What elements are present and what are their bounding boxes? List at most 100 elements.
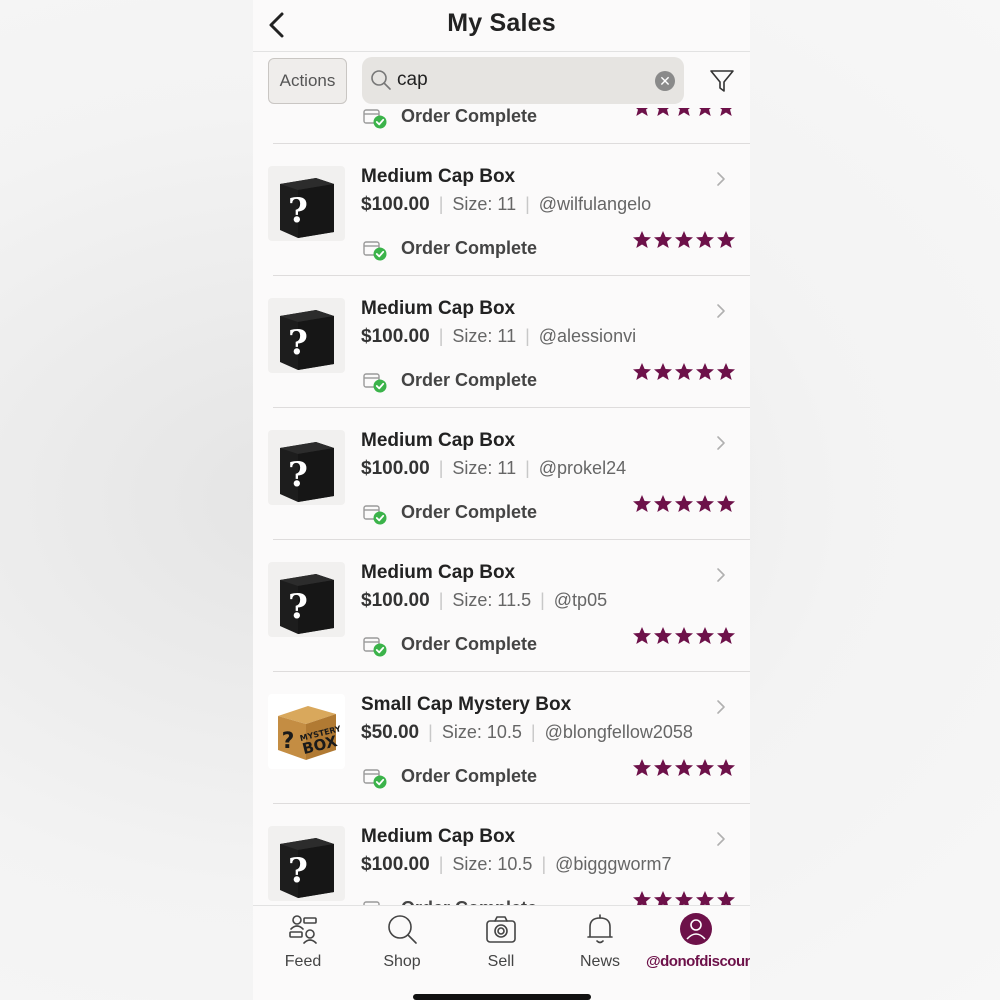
actions-button[interactable]: Actions	[268, 58, 347, 104]
star-icon	[717, 108, 735, 116]
separator: |	[541, 854, 547, 874]
rating-stars	[632, 626, 736, 648]
star-icon	[696, 759, 714, 776]
rating-stars	[632, 494, 736, 516]
order-status: Order Complete	[401, 634, 538, 654]
product-image	[268, 562, 345, 637]
clear-search-icon[interactable]: ✕	[655, 71, 675, 91]
star-icon	[633, 108, 651, 116]
sale-row[interactable]: Medium Cap Box $100.00 | Size: 11.5 | @tp05 Or…	[268, 540, 750, 672]
order-complete-icon	[363, 505, 388, 526]
search-input[interactable]	[397, 65, 647, 95]
black-mystery-box	[280, 310, 334, 370]
chevron-right-icon[interactable]	[714, 302, 728, 320]
order-status: Order Complete	[401, 502, 538, 522]
tab-sell[interactable]: Sell	[451, 910, 551, 976]
search-icon	[371, 70, 391, 90]
chevron-right-icon[interactable]	[714, 170, 728, 188]
tab-label: Sell	[487, 953, 515, 970]
product-image	[268, 166, 345, 241]
star-icon	[654, 108, 672, 116]
order-status: Order Complete	[401, 370, 538, 390]
order-complete-icon	[363, 241, 388, 262]
chevron-right-icon[interactable]	[714, 698, 728, 716]
product-title: Medium Cap Box	[361, 430, 516, 451]
sale-meta: $50.00 | Size: 10.5 | @blongfellow2058	[361, 722, 693, 744]
sale-size: Size: 11.5	[452, 590, 532, 610]
star-icon	[717, 495, 735, 512]
buyer-username[interactable]: @prokel24	[539, 458, 626, 478]
sale-row[interactable]: Medium Cap Box $100.00 | Size: 10.5 | @bigggw…	[268, 804, 750, 905]
sale-row[interactable]: Medium Cap Box $100.00 | Size: 11 | @alession…	[268, 276, 750, 408]
tab-label: Feed	[284, 953, 322, 970]
order-status: Order Complete	[401, 238, 538, 258]
sale-meta: $100.00 | Size: 11 | @prokel24	[361, 458, 626, 480]
star-icon	[717, 891, 735, 905]
separator: |	[438, 590, 444, 610]
separator: |	[540, 590, 545, 610]
product-image: ? MYSTERY BOX	[268, 694, 345, 769]
sale-price: $100.00	[361, 194, 430, 215]
order-complete-icon	[363, 769, 388, 790]
chevron-right-icon[interactable]	[714, 830, 728, 848]
star-icon	[654, 363, 672, 380]
toolbar: Actions ✕	[253, 53, 750, 108]
sale-size: Size: 10.5	[441, 722, 522, 742]
search-box[interactable]: ✕	[362, 57, 684, 104]
rating-stars	[632, 362, 736, 384]
product-title: Medium Cap Box	[361, 166, 516, 187]
product-title: Medium Cap Box	[361, 826, 516, 847]
buyer-username[interactable]: @blongfellow2058	[545, 722, 693, 742]
star-icon	[633, 891, 651, 905]
sale-price: $100.00	[361, 458, 430, 479]
sale-row[interactable]: Medium Cap Box $100.00 | Size: 11 | @prokel24…	[268, 408, 750, 540]
black-mystery-box	[280, 574, 334, 634]
chevron-right-icon[interactable]	[714, 434, 728, 452]
separator: |	[438, 458, 444, 478]
star-icon	[675, 759, 693, 776]
star-icon	[654, 759, 672, 776]
separator: |	[525, 326, 530, 346]
tab-label: Shop	[383, 953, 421, 970]
sale-row[interactable]: ? MYSTERY BOX Small Cap Mystery Box $50.00 | S…	[268, 672, 750, 804]
filter-icon[interactable]	[708, 67, 736, 95]
buyer-username[interactable]: @alessionvi	[539, 326, 636, 346]
sale-row[interactable]: Medium Cap Box $100.00 | Size: 11 | @wilfulan…	[268, 144, 750, 276]
black-mystery-box	[280, 838, 334, 898]
black-mystery-box	[280, 178, 334, 238]
order-complete-icon	[363, 373, 388, 394]
sale-meta: $100.00 | Size: 10.5 | @bigggworm7	[361, 854, 671, 876]
star-icon	[675, 495, 693, 512]
star-icon	[696, 363, 714, 380]
tab-donofdiscounts[interactable]: @donofdiscounts	[646, 910, 750, 976]
product-image	[268, 826, 345, 901]
star-icon	[654, 627, 672, 644]
star-icon	[675, 363, 693, 380]
buyer-username[interactable]: @tp05	[554, 590, 607, 610]
sale-price: $100.00	[361, 590, 430, 611]
rating-stars	[632, 108, 736, 120]
star-icon	[633, 759, 651, 776]
separator: |	[438, 326, 444, 346]
order-complete-icon	[363, 109, 388, 130]
tab-shop[interactable]: Shop	[352, 910, 452, 976]
sale-size: Size: 11	[452, 326, 517, 346]
tab-feed[interactable]: Feed	[253, 910, 353, 976]
star-icon	[696, 108, 714, 116]
order-complete-icon	[363, 901, 388, 905]
buyer-username[interactable]: @wilfulangelo	[539, 194, 651, 214]
order-status: Order Complete	[401, 766, 538, 786]
black-mystery-box	[280, 442, 334, 502]
star-icon	[717, 363, 735, 380]
buyer-username[interactable]: @bigggworm7	[555, 854, 671, 874]
chevron-right-icon[interactable]	[714, 566, 728, 584]
svg-text:?: ?	[282, 729, 295, 754]
star-icon	[633, 231, 651, 248]
star-icon	[675, 231, 693, 248]
star-icon	[696, 627, 714, 644]
star-icon	[633, 495, 651, 512]
tab-news[interactable]: News	[550, 910, 650, 976]
sale-row-partial[interactable]: Order Complete	[273, 108, 750, 144]
feed-icon	[289, 915, 317, 944]
separator: |	[438, 854, 444, 874]
